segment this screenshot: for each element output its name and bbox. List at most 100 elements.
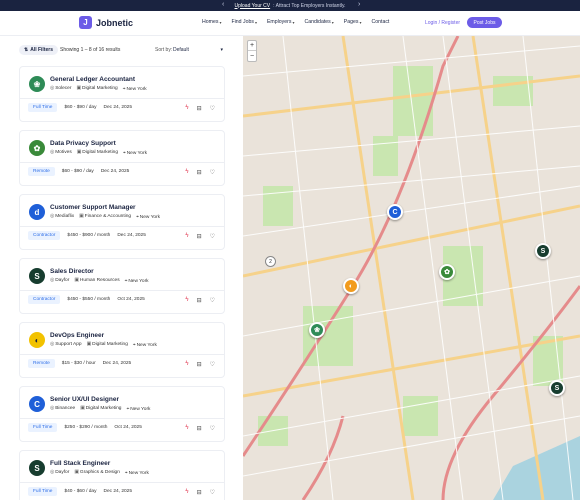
urgent-bolt-icon: ϟ [185, 233, 189, 239]
apply-bag-icon[interactable]: ⊟ [197, 361, 202, 368]
heart-icon[interactable]: ♡ [210, 425, 215, 432]
login-register-link[interactable]: Login / Register [425, 20, 460, 26]
briefcase-icon: ▣ [86, 342, 92, 347]
job-meta: ◎Solecer ▣Digital Marketing ⌖New York [50, 86, 147, 92]
chevron-down-icon: ▾ [292, 19, 295, 25]
job-title[interactable]: Senior UX/UI Designer [50, 396, 119, 403]
job-type-badge: Remote [28, 359, 55, 368]
nav-homes[interactable]: Homes ▾ [202, 19, 221, 25]
job-category: Digital Marketing [82, 150, 118, 155]
job-location: New York [126, 87, 147, 92]
urgent-bolt-icon: ϟ [185, 425, 189, 431]
job-title[interactable]: Full Stack Engineer [50, 460, 110, 467]
job-card[interactable]: C Senior UX/UI Designer ◎Binancee ▣Digit… [19, 386, 225, 442]
job-footer: Full Time $40 - $60 / day Dec 24, 2025 [28, 487, 132, 496]
job-type-badge: Full Time [28, 487, 58, 496]
job-salary: $60 - $90 / day [61, 169, 94, 174]
apply-bag-icon[interactable]: ⊟ [197, 297, 202, 304]
job-title[interactable]: Sales Director [50, 268, 94, 275]
nav-candidates[interactable]: Candidates ▾ [305, 19, 334, 25]
post-jobs-button[interactable]: Post Jobs [467, 17, 502, 28]
company-name: Dayfor [55, 470, 70, 475]
zoom-in-button[interactable]: + [248, 41, 256, 51]
heart-icon[interactable]: ♡ [210, 233, 215, 240]
job-actions: ϟ ⊟ ♡ [185, 425, 215, 432]
nav-pages[interactable]: Pages ▾ [344, 19, 362, 25]
apply-bag-icon[interactable]: ⊟ [197, 233, 202, 240]
nav-find-jobs[interactable]: Find Jobs ▾ [231, 19, 257, 25]
heart-icon[interactable]: ♡ [210, 361, 215, 368]
zoom-out-button[interactable]: − [248, 51, 256, 61]
job-location: New York [126, 151, 147, 156]
company-icon: ◎ [50, 406, 55, 411]
map-marker[interactable]: S [535, 243, 551, 259]
company-icon: ◎ [50, 150, 55, 155]
job-date: Dec 24, 2025 [103, 489, 133, 494]
job-title[interactable]: DevOps Engineer [50, 332, 104, 339]
job-category: Finance & Accounting [84, 214, 132, 219]
company-logo: ◐ [29, 332, 45, 348]
heart-icon[interactable]: ♡ [210, 105, 215, 112]
apply-bag-icon[interactable]: ⊟ [197, 105, 202, 112]
promo-text: : Attract Top Employers Instantly. [273, 2, 346, 9]
map-marker[interactable]: ◐ [343, 278, 359, 294]
job-location: New York [139, 215, 161, 220]
job-type-badge: Full Time [28, 103, 58, 112]
company-name: Mediaflix [55, 214, 75, 219]
job-type-badge: Contractor [28, 231, 61, 240]
heart-icon[interactable]: ♡ [210, 169, 215, 176]
main-nav: Homes ▾ Find Jobs ▾ Employers ▾ Candidates ▾… [202, 19, 389, 25]
card-divider [20, 98, 224, 99]
briefcase-icon: ▣ [74, 278, 79, 283]
job-footer: Full Time $60 - $90 / day Dec 24, 2025 [28, 103, 132, 112]
job-title[interactable]: Customer Support Manager [50, 204, 136, 211]
job-actions: ϟ ⊟ ♡ [185, 489, 215, 496]
job-meta: ◎Motives ▣Digital Marketing ⌖New York [50, 150, 147, 156]
sort-select[interactable]: Default ▾ [173, 45, 223, 54]
map-marker[interactable]: S [549, 380, 565, 396]
job-category: Digital Marketing [92, 342, 128, 347]
job-card[interactable]: S Full Stack Engineer ◎Dayfor ▣Graphics … [19, 450, 225, 500]
chevron-left-icon[interactable]: ‹ [222, 1, 224, 8]
map-tiles[interactable] [243, 36, 580, 500]
zoom-control: + − [247, 40, 257, 62]
job-card[interactable]: d Customer Support Manager ◎Mediaflix ▣F… [19, 194, 225, 250]
heart-icon[interactable]: ♡ [210, 297, 215, 304]
briefcase-icon: ▣ [76, 150, 82, 155]
map-marker[interactable]: ✿ [439, 264, 455, 280]
jobs-map[interactable]: + − 2 C S ✿ ◐ ❀ S [243, 36, 580, 500]
map-marker[interactable]: C [387, 204, 403, 220]
nav-contact[interactable]: Contact [372, 19, 390, 25]
job-actions: ϟ ⊟ ♡ [185, 361, 215, 368]
company-logo: S [29, 268, 45, 284]
job-card[interactable]: ◐ DevOps Engineer ◎Support App ▣Digital … [19, 322, 225, 378]
chevron-right-icon[interactable]: › [358, 1, 360, 8]
apply-bag-icon[interactable]: ⊟ [197, 425, 202, 432]
heart-icon[interactable]: ♡ [210, 489, 215, 496]
job-title[interactable]: General Ledger Accountant [50, 76, 135, 83]
job-card[interactable]: ❀ General Ledger Accountant ◎Solecer ▣Di… [19, 66, 225, 122]
job-meta: ◎Mediaflix ▣Finance & Accounting ⌖New Yo… [50, 214, 160, 220]
urgent-bolt-icon: ϟ [185, 105, 189, 111]
all-filters-button[interactable]: ⇅ All Filters [19, 45, 58, 55]
job-title[interactable]: Data Privacy Support [50, 140, 116, 147]
sort-label: Sort by: [155, 47, 173, 53]
job-footer: Full Time $250 - $290 / month Oct 24, 20… [28, 423, 142, 432]
job-card[interactable]: S Sales Director ◎Dayfor ▣Human Resource… [19, 258, 225, 314]
location-pin-icon: ⌖ [123, 151, 126, 156]
brand-logo[interactable]: J Jobnetic [79, 16, 133, 29]
job-date: Dec 24, 2025 [117, 233, 146, 238]
apply-bag-icon[interactable]: ⊟ [197, 489, 202, 496]
upload-cv-link[interactable]: Upload Your CV [235, 3, 271, 9]
nav-employers[interactable]: Employers ▾ [267, 19, 295, 25]
chevron-down-icon: ▾ [219, 19, 222, 25]
job-card[interactable]: ✿ Data Privacy Support ◎Motives ▣Digital… [19, 130, 225, 186]
map-marker[interactable]: ❀ [309, 322, 325, 338]
job-salary: $15 - $30 / hour [61, 361, 96, 366]
job-salary: $450 - $550 / month [67, 297, 111, 302]
company-logo: C [29, 396, 45, 412]
map-cluster[interactable]: 2 [265, 256, 276, 267]
apply-bag-icon[interactable]: ⊟ [197, 169, 202, 176]
job-category: Digital Marketing [85, 406, 122, 411]
company-logo: S [29, 460, 45, 476]
